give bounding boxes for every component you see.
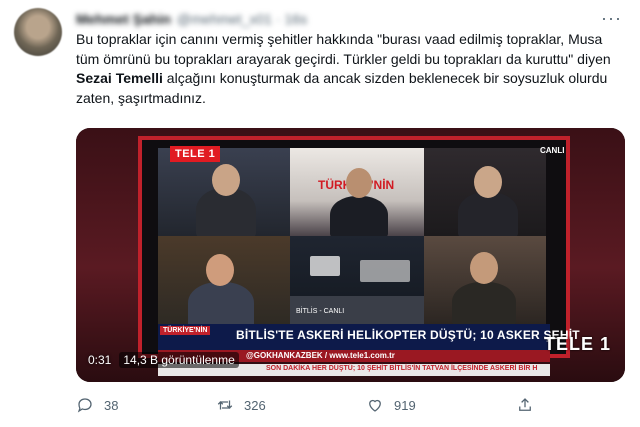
- reply-icon: [77, 398, 92, 413]
- video-time: 0:31: [88, 353, 112, 367]
- share-button[interactable]: [516, 396, 534, 414]
- retweet-button[interactable]: 326: [216, 396, 266, 414]
- video-player[interactable]: TÜRKİYE'NİN TELE 1 CANLI BİTLİS - CANLI …: [76, 128, 625, 382]
- retweet-icon: [217, 400, 233, 410]
- author-handle[interactable]: @mehmet_x01 · 16s: [177, 11, 307, 27]
- retweet-count: 326: [244, 397, 266, 413]
- channel-watermark: TELE 1: [544, 334, 612, 354]
- avatar[interactable]: [14, 8, 62, 56]
- guest-panel-2: [424, 148, 546, 236]
- guest-panel-4: [424, 236, 546, 324]
- live-label: CANLI: [540, 146, 565, 155]
- view-count: 14,3 B görüntülenme: [119, 352, 239, 368]
- tweet-text-mention: Sezai Temelli: [76, 70, 163, 86]
- news-headline: BİTLİS'TE ASKERİ HELİKOPTER DÜŞTÜ; 10 AS…: [236, 328, 580, 342]
- video-controls: 0:31 14,3 B görüntülenme: [88, 352, 239, 368]
- channel-logo: TELE 1: [170, 146, 221, 162]
- tweet-text: Bu topraklar için canını vermiş şehitler…: [76, 30, 626, 108]
- tweet-header: Mehmet Şahin @mehmet_x01 · 16s: [76, 10, 307, 28]
- like-count: 919: [394, 397, 416, 413]
- location-tag: BİTLİS - CANLI: [296, 308, 345, 315]
- show-tag: TÜRKİYE'NİN: [160, 326, 211, 335]
- news-subline: @GOKHANKAZBEK / www.tele1.com.tr: [246, 351, 395, 360]
- author-name[interactable]: Mehmet Şahin: [76, 11, 171, 27]
- tweet-text-before: Bu topraklar için canını vermiş şehitler…: [76, 31, 611, 67]
- share-icon: [519, 398, 531, 411]
- tweet-actions: 38 326 919: [76, 396, 536, 416]
- more-icon[interactable]: ···: [601, 8, 622, 29]
- reply-count: 38: [104, 397, 119, 413]
- heart-icon: [369, 399, 381, 412]
- host-panel: TÜRKİYE'NİN: [290, 148, 424, 236]
- reply-button[interactable]: 38: [76, 396, 118, 414]
- news-ticker: SON DAKİKA HER DÜŞTÜ; 10 ŞEHİT BİTLİS'İN…: [266, 365, 538, 372]
- like-button[interactable]: 919: [366, 396, 416, 414]
- guest-panel-3: [158, 236, 290, 324]
